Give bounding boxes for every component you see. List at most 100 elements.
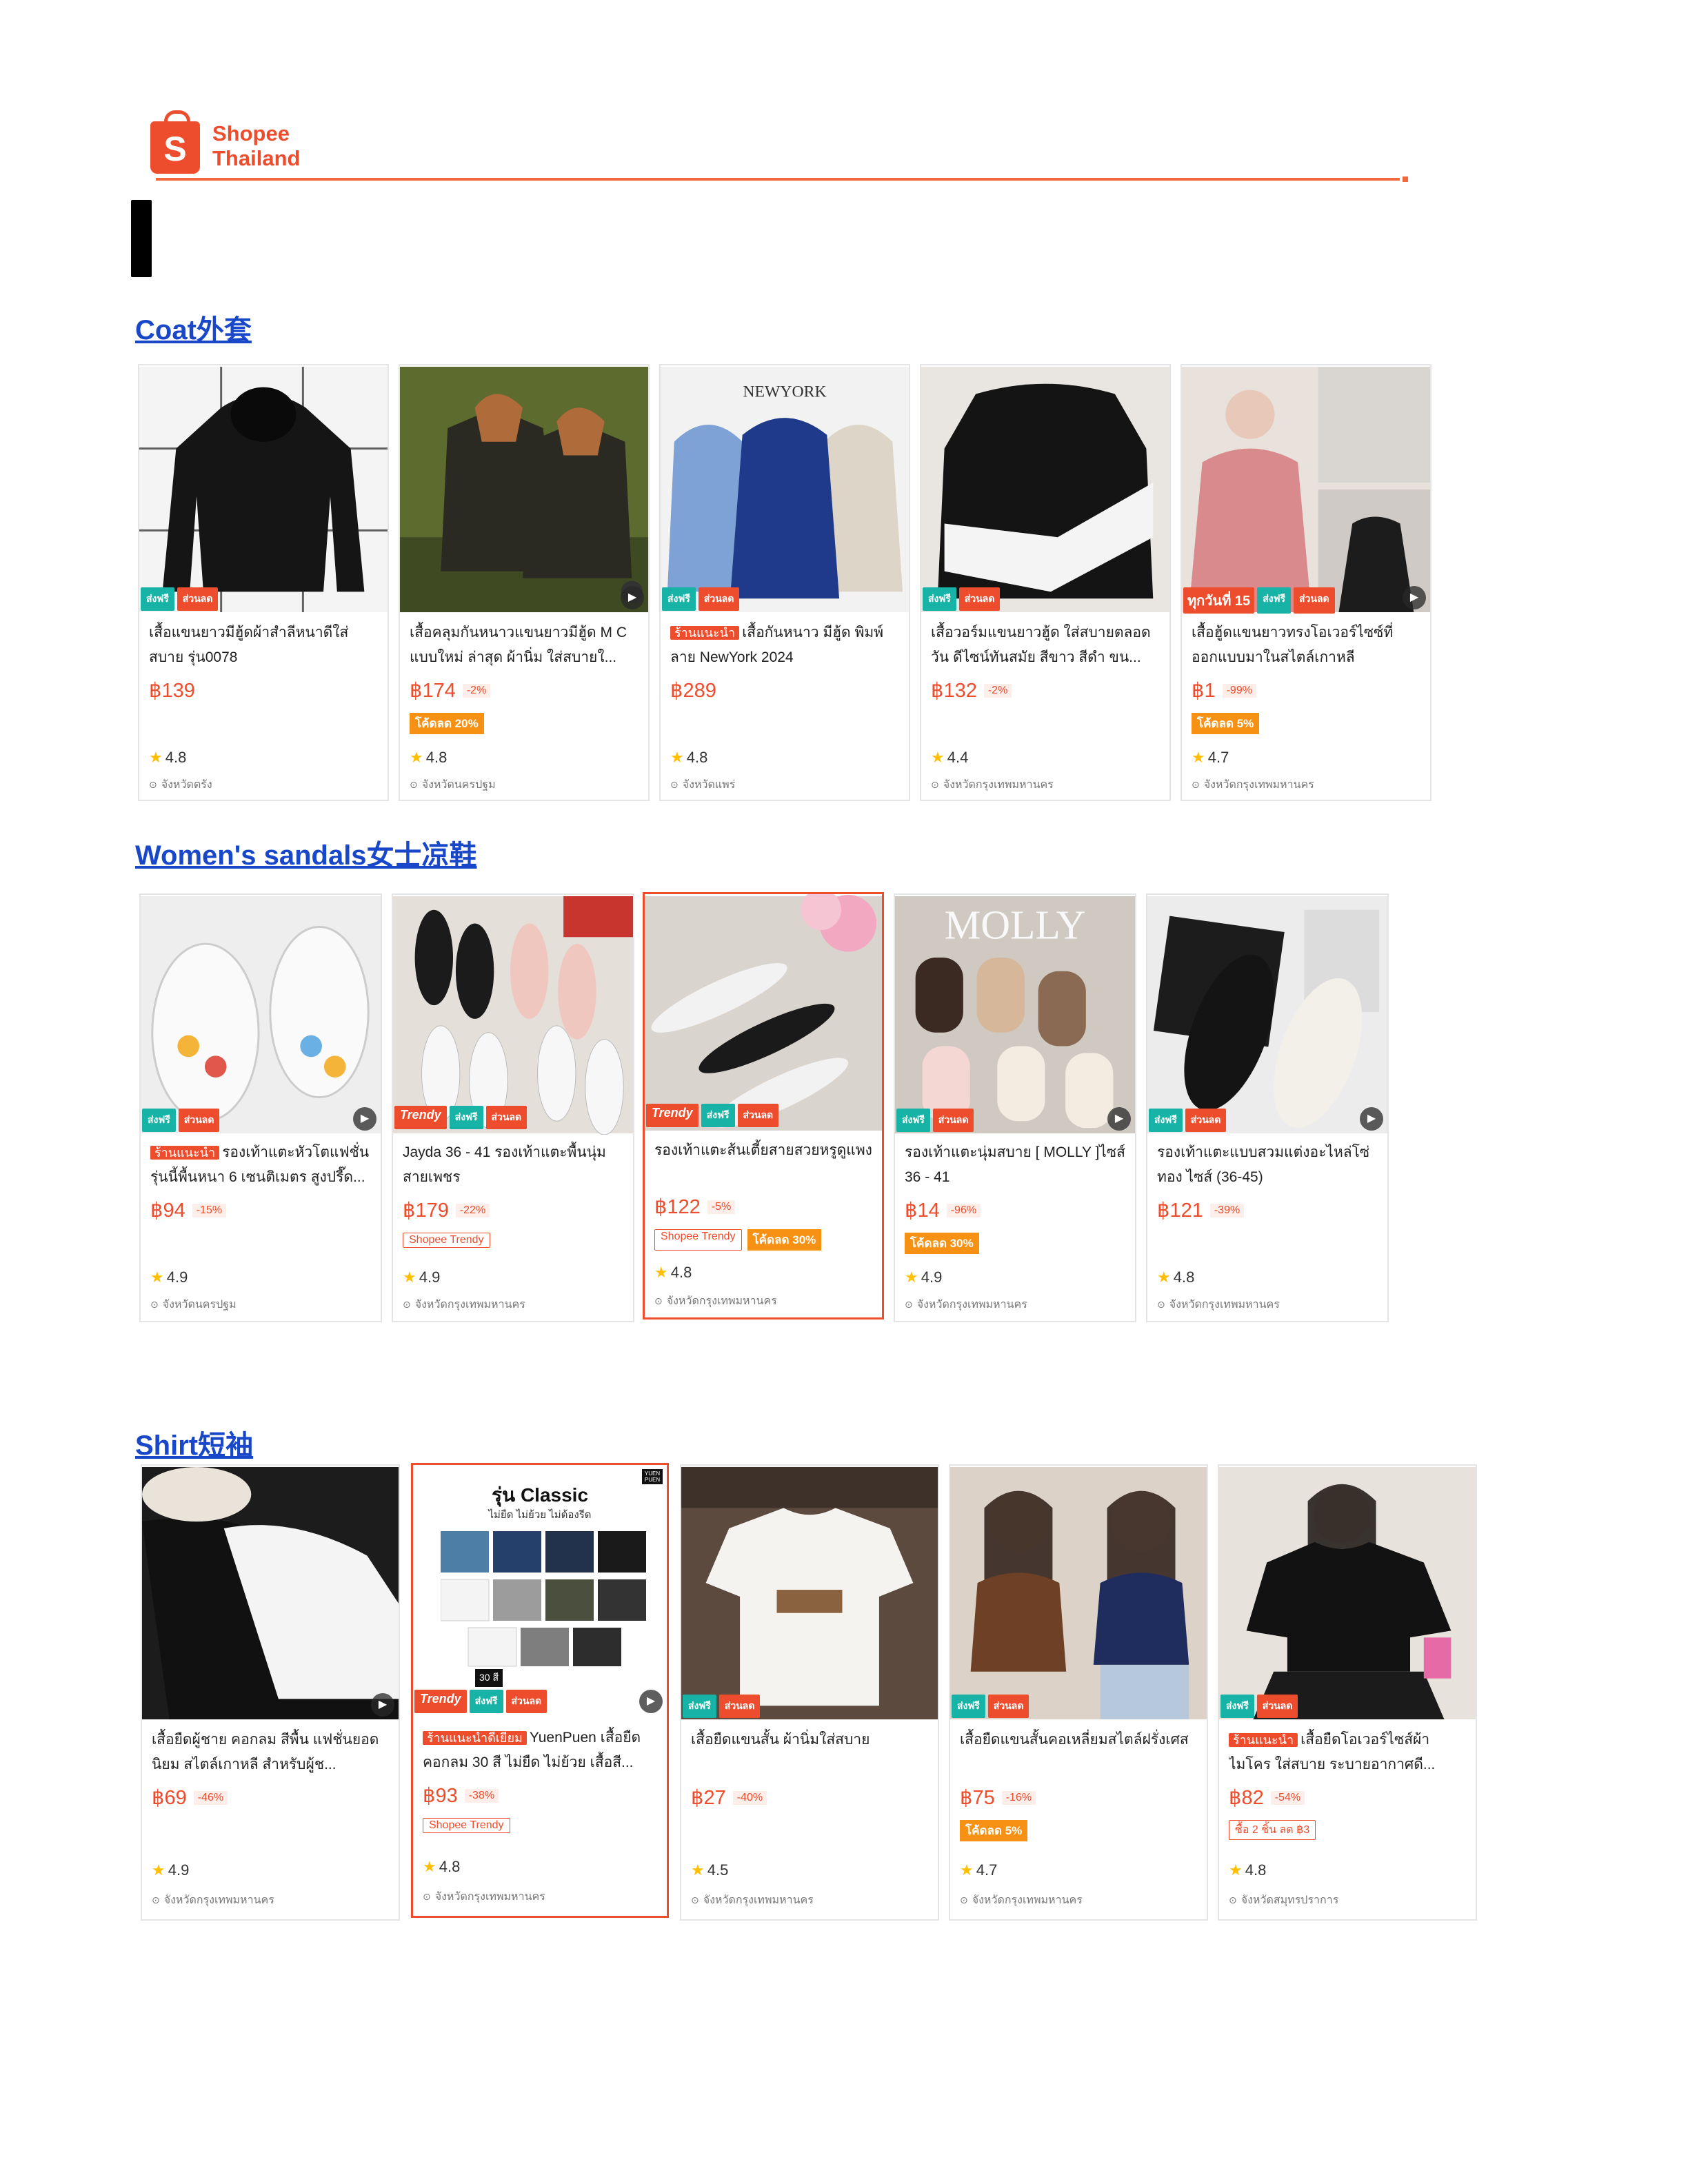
star-icon: ★ (150, 1268, 164, 1286)
rating: ★ 4.8 (410, 749, 447, 767)
color-count-label: 30 สี (475, 1669, 503, 1687)
product-card[interactable]: ส่งฟรี ส่วนลด ร้านแนะนำ เสื้อยืดโอเวอร์ไซ… (1218, 1464, 1477, 1921)
rating: ★ 4.9 (152, 1861, 189, 1879)
section-title-sandals[interactable]: Women's sandals女士凉鞋 (135, 833, 477, 873)
section-title-coat[interactable]: Coat外套 (135, 307, 252, 347)
brand-line-1: Shopee (212, 121, 290, 145)
discount-percent: -54% (1270, 1790, 1305, 1805)
chip-row: ซื้อ 2 ชิ้น ลด ฿3 (1229, 1820, 1316, 1840)
price-row: ฿132 -2% (931, 678, 1012, 702)
product-card[interactable]: ส่งฟรี ส่วนลด เสื้อยืดแขนสั้น ผ้านิ่มใส่… (680, 1464, 939, 1921)
product-title: เสื้อวอร์มแขนยาวฮู้ด ใส่สบายตลอดวัน ดีไซ… (931, 625, 1151, 665)
discount-percent: -39% (1209, 1203, 1245, 1217)
product-card[interactable]: ส่งฟรี ส่วนลด เสื้อแขนยาวมีฮู้ดผ้าสำลีหน… (138, 364, 389, 801)
location-text: จังหวัดตรัง (161, 779, 212, 791)
discount-badge: ส่วนลด (1294, 587, 1335, 614)
product-card[interactable]: ▶ เสื้อคลุมกันหนาวแขนยาวมีฮู้ด M C แบบให… (399, 364, 650, 801)
product-image (921, 365, 1169, 614)
free-shipping-badge: ส่งฟรี (701, 1104, 735, 1127)
location-text: จังหวัดกรุงเทพมหานคร (972, 1894, 1083, 1906)
discount-badge: ส่วนลด (485, 1106, 528, 1129)
chip-row: Shopee Trendy โค้ดลด 30% (654, 1229, 822, 1251)
discount-percent: -5% (707, 1200, 736, 1214)
star-icon: ★ (691, 1861, 705, 1879)
play-video-icon[interactable]: ▶ (621, 586, 644, 609)
price: ฿122 (654, 1196, 701, 1218)
discount-percent: -15% (192, 1203, 227, 1217)
free-shipping-badge: ส่งฟรี (1220, 1695, 1254, 1718)
discount-badge: ส่วนลด (178, 1109, 220, 1132)
product-card[interactable]: ส่งฟรี ส่วนลด ▶ ร้านแนะนำ รองเท้าแตะหัวโต… (139, 893, 382, 1322)
product-title: เสื้อฮู้ดแขนยาวทรงโอเวอร์ไซซ์ที่ออกแบบมา… (1192, 625, 1394, 665)
product-card-selected[interactable]: รุ่น Classic ไม่ยืด ไม่ย้วย ไม่ต้องรีด Y… (411, 1463, 669, 1918)
location-pin-icon: ⊙ (654, 1295, 663, 1306)
location-pin-icon: ⊙ (691, 1894, 699, 1905)
product-card-selected[interactable]: Trendy ส่งฟรี ส่วนลด รองเท้าแตะส้นเตี้ยส… (643, 892, 884, 1320)
tshirt-grid-illustration (441, 1531, 646, 1667)
location: ⊙ จังหวัดกรุงเทพมหานคร (1192, 776, 1314, 793)
free-shipping-badge: ส่งฟรี (952, 1695, 985, 1718)
discount-badge: ส่วนลด (1185, 1109, 1227, 1132)
badge-row: Trendy ส่งฟรี ส่วนลด (414, 1690, 547, 1713)
play-video-icon[interactable]: ▶ (639, 1690, 663, 1713)
product-title: ร้านแนะนำดีเยี่ยม YuenPuen เสื้อยืดคอกลม … (423, 1726, 659, 1775)
product-image (139, 365, 388, 614)
discount-percent: -96% (946, 1203, 981, 1217)
product-card[interactable]: Trendy ส่งฟรี ส่วนลด Jayda 36 - 41 รองเท… (392, 893, 634, 1322)
price-row: ฿121 -39% (1157, 1198, 1245, 1222)
shopee-trendy-chip: Shopee Trendy (423, 1818, 510, 1833)
location-pin-icon: ⊙ (149, 779, 157, 790)
trendy-badge: Trendy (414, 1690, 467, 1713)
section-title-shirt[interactable]: Shirt短袖 (135, 1423, 253, 1463)
product-image (1147, 895, 1387, 1135)
product-image: รุ่น Classic ไม่ยืด ไม่ย้วย ไม่ต้องรีด Y… (413, 1465, 667, 1719)
discount-badge: ส่วนลด (698, 587, 740, 611)
product-image (681, 1466, 938, 1721)
svg-text:NEWYORK: NEWYORK (743, 383, 826, 401)
location: ⊙ จังหวัดกรุงเทพมหานคร (654, 1293, 777, 1310)
play-video-icon[interactable]: ▶ (1360, 1107, 1383, 1131)
product-card[interactable]: ทุกวันที่ 15 ส่งฟรี ส่วนลด ▶ เสื้อฮู้ดแข… (1180, 364, 1431, 801)
discount-percent: -2% (462, 683, 491, 698)
rating: ★ 4.8 (654, 1264, 692, 1282)
product-title: รองเท้าแตะส้นเตี้ยสายสวยหรูดูแพง (654, 1142, 872, 1158)
shopee-thailand-logo[interactable]: S Shopee Thailand (150, 110, 330, 179)
location-pin-icon: ⊙ (960, 1894, 968, 1905)
location: ⊙ จังหวัดกรุงเทพมหานคร (960, 1892, 1083, 1909)
play-video-icon[interactable]: ▶ (1107, 1107, 1131, 1131)
product-title: เสื้อยืดแขนสั้น ผ้านิ่มใส่สบาย (691, 1732, 870, 1748)
product-card[interactable]: ส่งฟรี ส่วนลด เสื้อยืดแขนสั้นคอเหลี่ยมสไ… (949, 1464, 1208, 1921)
product-card[interactable]: ▶ เสื้อยืดผู้ชาย คอกลม สีพื้น แฟชั่นยอดน… (141, 1464, 400, 1921)
chip-row: โค้ดลด 5% (1192, 713, 1260, 734)
product-card[interactable]: ส่งฟรี ส่วนลด เสื้อวอร์มแขนยาวฮู้ด ใส่สบ… (920, 364, 1171, 801)
location-text: จังหวัดกรุงเทพมหานคร (703, 1894, 814, 1906)
free-shipping-badge: ส่งฟรี (141, 587, 174, 611)
location-pin-icon: ⊙ (410, 779, 418, 790)
price-row: ฿69 -46% (152, 1786, 228, 1810)
location: ⊙ จังหวัดแพร่ (670, 776, 735, 793)
star-icon: ★ (410, 749, 423, 766)
product-title: ร้านแนะนำ เสื้อยืดโอเวอร์ไซส์ผ้าไมโคร ใส่… (1229, 1728, 1467, 1777)
date-promo-badge: ทุกวันที่ 15 (1183, 587, 1255, 614)
discount-badge: ส่วนลด (987, 1695, 1029, 1718)
location: ⊙ จังหวัดกรุงเทพมหานคร (403, 1296, 525, 1313)
location-text: จังหวัดกรุงเทพมหานคร (1203, 779, 1314, 791)
product-card[interactable]: NEWYORK ส่งฟรี ส่วนลด ร้านแนะนำ เสื้อกันห… (659, 364, 910, 801)
recommended-shop-tag: ร้านแนะนำ (150, 1146, 220, 1160)
rating-value: 4.9 (419, 1268, 441, 1286)
star-icon: ★ (1192, 749, 1205, 766)
product-title: รองเท้าแตะนุ่มสบาย [ MOLLY ]ไซส์ 36 - 41 (905, 1144, 1125, 1185)
chip-row: โค้ดลด 5% (960, 1820, 1028, 1841)
star-icon: ★ (423, 1858, 436, 1875)
play-video-icon[interactable]: ▶ (371, 1693, 394, 1717)
play-video-icon[interactable]: ▶ (353, 1107, 376, 1131)
price: ฿289 (670, 680, 716, 702)
play-video-icon[interactable]: ▶ (1403, 586, 1426, 609)
price: ฿121 (1157, 1200, 1203, 1222)
shopee-trendy-chip: Shopee Trendy (403, 1233, 490, 1248)
product-card[interactable]: MOLLY ส่งฟรี ส่วนลด ▶ รองเท้าแตะนุ่มสบาย… (894, 893, 1136, 1322)
badge-row: ส่งฟรี ส่วนลด (923, 587, 1001, 611)
product-card[interactable]: ส่งฟรี ส่วนลด ▶ รองเท้าแตะแบบสวมแต่งอะไห… (1146, 893, 1389, 1322)
recommended-shop-tag: ร้านแนะนำดีเยี่ยม (423, 1731, 527, 1745)
product-image (400, 365, 648, 614)
